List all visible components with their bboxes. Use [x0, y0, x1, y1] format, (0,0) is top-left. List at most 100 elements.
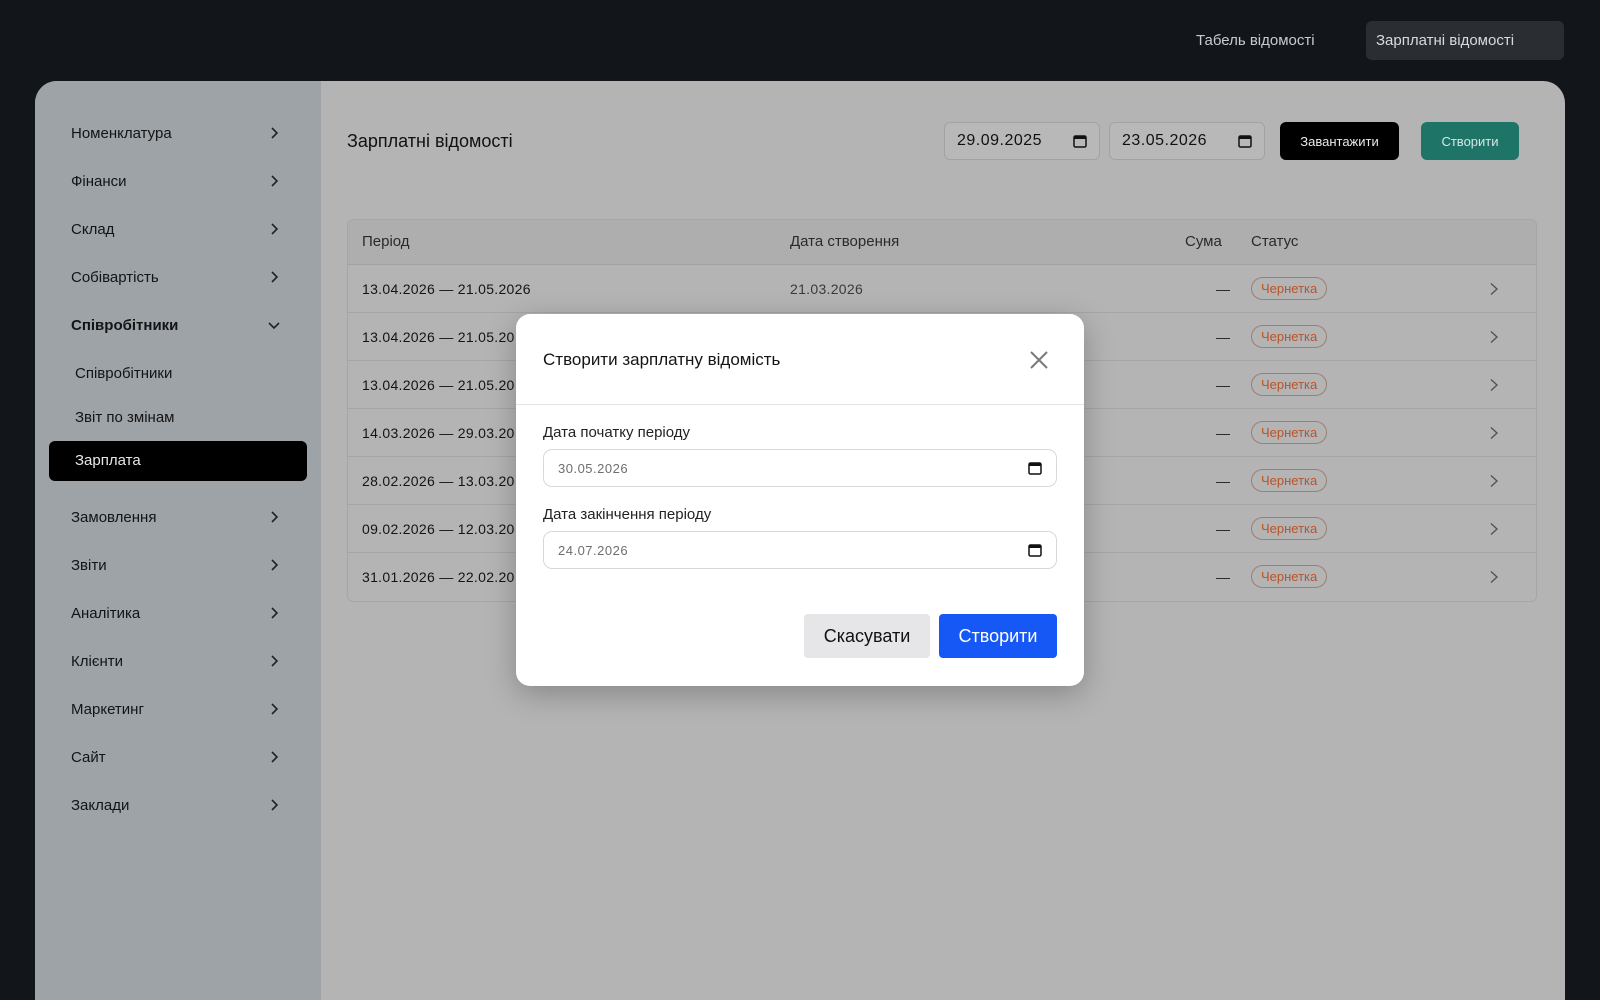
chevron-right-icon [267, 606, 281, 620]
row-status: Чернетка [1251, 325, 1328, 348]
row-status: Чернетка [1251, 565, 1328, 588]
sidebar-item-finance[interactable]: Фінанси [71, 169, 281, 193]
row-status: Чернетка [1251, 373, 1328, 396]
sidebar-item-site[interactable]: Сайт [71, 745, 281, 769]
sidebar-item-label: Сайт [71, 748, 106, 766]
end-date-label: Дата закінчення періоду [543, 506, 712, 523]
create-button[interactable]: Створити [1421, 122, 1519, 160]
calendar-icon[interactable] [1028, 461, 1042, 475]
chevron-right-icon [267, 558, 281, 572]
sidebar-item-label: Фінанси [71, 172, 127, 190]
sidebar-item-warehouse[interactable]: Склад [71, 217, 281, 241]
chevron-right-icon[interactable] [1488, 474, 1500, 488]
load-button[interactable]: Завантажити [1280, 122, 1399, 160]
sidebar-item-label: Замовлення [71, 508, 157, 526]
row-sum: — [1216, 569, 1230, 585]
sidebar-item-label: Склад [71, 220, 115, 238]
row-period: 13.04.2026 — 21.05.2026 [362, 281, 531, 297]
date-to-value: 23.05.2026 [1122, 132, 1208, 149]
status-badge: Чернетка [1251, 469, 1328, 492]
sidebar-item-cost[interactable]: Собівартість [71, 265, 281, 289]
date-to-input[interactable]: 23.05.2026 [1109, 122, 1265, 160]
header-created: Дата створення [790, 233, 900, 250]
row-period: 31.01.2026 — 22.02.20 [362, 569, 515, 585]
status-badge: Чернетка [1251, 373, 1328, 396]
row-status: Чернетка [1251, 517, 1328, 540]
end-date-value: 24.07.2026 [558, 542, 629, 558]
chevron-right-icon[interactable] [1488, 378, 1500, 392]
row-sum: — [1216, 473, 1230, 489]
chevron-right-icon[interactable] [1488, 426, 1500, 440]
sidebar-item-label: Аналітика [71, 604, 141, 622]
table-header: Період Дата створення Сума Статус [348, 220, 1536, 265]
sidebar-item-clients[interactable]: Клієнти [71, 649, 281, 673]
row-period: 09.02.2026 — 12.03.20 [362, 521, 515, 537]
status-badge: Чернетка [1251, 325, 1328, 348]
chevron-right-icon [267, 270, 281, 284]
chevron-right-icon [267, 126, 281, 140]
sidebar-item-label: Собівартість [71, 268, 159, 286]
chevron-right-icon [267, 510, 281, 524]
sidebar-item-analytics[interactable]: Аналітика [71, 601, 281, 625]
date-from-input[interactable]: 29.09.2025 [944, 122, 1100, 160]
close-button[interactable] [1028, 348, 1052, 372]
header-sum: Сума [1185, 233, 1222, 250]
row-sum: — [1216, 377, 1230, 393]
sidebar-item-reports[interactable]: Звіти [71, 553, 281, 577]
tab-timesheets[interactable]: Табель відомості [1186, 21, 1325, 60]
chevron-right-icon[interactable] [1488, 282, 1500, 296]
sidebar-item-marketing[interactable]: Маркетинг [71, 697, 281, 721]
close-icon [1030, 351, 1048, 369]
sidebar-item-nomenclature[interactable]: Номенклатура [71, 121, 281, 145]
row-period: 13.04.2026 — 21.05.20 [362, 329, 515, 345]
chevron-right-icon[interactable] [1488, 570, 1500, 584]
chevron-right-icon [267, 654, 281, 668]
row-period: 13.04.2026 — 21.05.20 [362, 377, 515, 393]
row-status: Чернетка [1251, 469, 1328, 492]
row-sum: — [1216, 281, 1230, 297]
chevron-right-icon [267, 702, 281, 716]
table-row[interactable]: 13.04.2026 — 21.05.2026 21.03.2026 — Чернет… [348, 265, 1536, 313]
sidebar-subitem-salary[interactable]: Зарплата [49, 441, 307, 481]
start-date-input[interactable]: 30.05.2026 [543, 449, 1057, 487]
sidebar-item-orders[interactable]: Замовлення [71, 505, 281, 529]
sidebar-subitem-shift-report[interactable]: Звіт по змінам [75, 406, 175, 430]
chevron-right-icon [267, 798, 281, 812]
chevron-right-icon[interactable] [1488, 522, 1500, 536]
chevron-down-icon [267, 318, 281, 332]
end-date-input[interactable]: 24.07.2026 [543, 531, 1057, 569]
chevron-right-icon[interactable] [1488, 330, 1500, 344]
cancel-button[interactable]: Скасувати [804, 614, 930, 658]
sidebar-subitem-employees[interactable]: Співробітники [75, 362, 172, 386]
row-status: Чернетка [1251, 421, 1328, 444]
status-badge: Чернетка [1251, 421, 1328, 444]
modal-title: Створити зарплатну відомість [543, 350, 781, 369]
chevron-right-icon [267, 174, 281, 188]
sidebar-item-label: Звіти [71, 556, 107, 574]
sidebar-item-venues[interactable]: Заклади [71, 793, 281, 817]
row-sum: — [1216, 329, 1230, 345]
submit-create-button[interactable]: Створити [939, 614, 1057, 658]
status-badge: Чернетка [1251, 277, 1328, 300]
row-sum: — [1216, 425, 1230, 441]
sidebar-item-label: Співробітники [71, 316, 179, 334]
chevron-right-icon [267, 222, 281, 236]
create-payroll-modal: Створити зарплатну відомість Дата початк… [516, 314, 1084, 686]
sidebar-item-label: Заклади [71, 796, 130, 814]
row-sum: — [1216, 521, 1230, 537]
row-created-date: 21.03.2026 [790, 281, 864, 297]
start-date-value: 30.05.2026 [558, 460, 629, 476]
page-title: Зарплатні відомості [347, 131, 513, 151]
calendar-icon[interactable] [1073, 134, 1087, 148]
sidebar-item-label: Маркетинг [71, 700, 144, 718]
top-navigation: Табель відомості Зарплатні відомості [0, 0, 1600, 80]
calendar-icon[interactable] [1238, 134, 1252, 148]
modal-header: Створити зарплатну відомість [516, 314, 1084, 405]
sidebar: Номенклатура Фінанси Склад Собівартість … [35, 81, 321, 1000]
start-date-label: Дата початку періоду [543, 424, 691, 441]
sidebar-item-employees[interactable]: Співробітники [71, 313, 281, 337]
header-status: Статус [1251, 233, 1299, 250]
calendar-icon[interactable] [1028, 543, 1042, 557]
tab-payroll-sheets[interactable]: Зарплатні відомості [1366, 21, 1564, 60]
row-period: 28.02.2026 — 13.03.20 [362, 473, 515, 489]
